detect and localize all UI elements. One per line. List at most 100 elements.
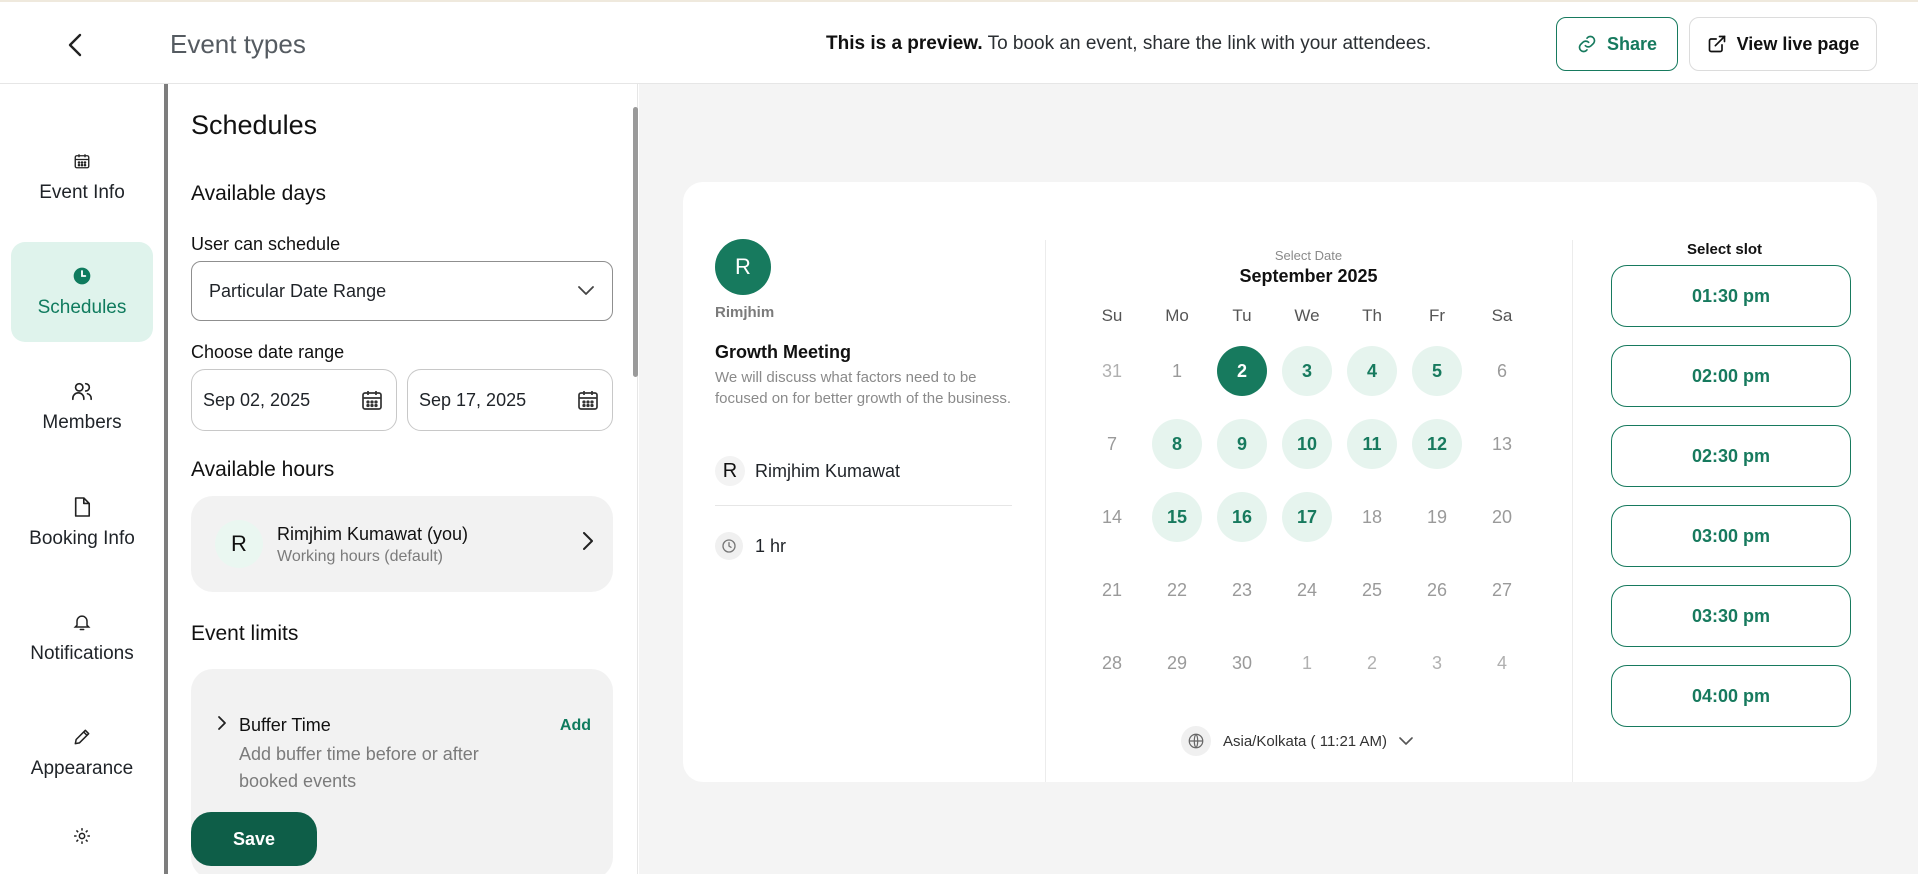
calendar-day: 29 <box>1166 652 1188 673</box>
host-avatar: R <box>715 239 771 295</box>
calendar-day: 1 <box>1171 360 1182 381</box>
weekday-label: Th <box>1362 306 1382 325</box>
event-description: We will discuss what factors need to be … <box>715 369 1012 407</box>
nav-item-notifications[interactable]: Notifications <box>11 588 153 688</box>
organizer: R Rimjhim Kumawat <box>715 454 900 488</box>
file-icon <box>71 496 93 518</box>
weekday-label: Sa <box>1491 306 1513 325</box>
schedule-type-value: Particular Date Range <box>209 280 387 301</box>
calendar-day[interactable]: 8 <box>1152 419 1202 469</box>
calendar-day[interactable]: 15 <box>1152 492 1202 542</box>
available-days-heading: Available days <box>191 182 327 205</box>
time-slot-button[interactable]: 04:00 pm <box>1611 665 1851 727</box>
date-range-label: Choose date range <box>191 342 345 362</box>
nav-item-booking-info[interactable]: Booking Info <box>11 473 153 573</box>
weekday-label: Mo <box>1165 306 1189 325</box>
clock-icon <box>71 265 93 287</box>
save-button[interactable]: Save <box>191 812 317 866</box>
end-date-value: Sep 17, 2025 <box>419 389 527 410</box>
calendar-day[interactable]: 10 <box>1282 419 1332 469</box>
start-date-input[interactable]: Sep 02, 2025 <box>191 369 397 431</box>
calendar-day[interactable]: 16 <box>1217 492 1267 542</box>
time-slot-button[interactable]: 03:00 pm <box>1611 505 1851 567</box>
select-slot-heading: Select slot <box>1686 241 1763 258</box>
back-button[interactable] <box>60 30 90 60</box>
calendar-day: 4 <box>1496 652 1507 673</box>
pencil-icon <box>71 726 93 748</box>
calendar-day[interactable]: 12 <box>1412 419 1462 469</box>
calendar-day[interactable]: 5 <box>1412 346 1462 396</box>
timezone-value: Asia/Kolkata ( 11:21 AM) <box>1223 732 1387 750</box>
calendar-day: 7 <box>1106 433 1117 454</box>
chevron-right-icon[interactable] <box>217 715 227 731</box>
booking-card: R Rimjhim Growth Meeting We will discuss… <box>683 182 1877 782</box>
calendar-day: 31 <box>1101 360 1123 381</box>
view-live-label: View live page <box>1736 33 1860 54</box>
calendar-day: 2 <box>1366 652 1377 673</box>
calendar-day: 23 <box>1231 579 1253 600</box>
time-slot-button[interactable]: 02:00 pm <box>1611 345 1851 407</box>
section-title: Schedules <box>191 110 318 140</box>
event-limits-heading: Event limits <box>191 622 299 645</box>
calendar-day[interactable]: 9 <box>1217 419 1267 469</box>
calendar-day-selected[interactable]: 2 <box>1217 346 1267 396</box>
chevron-left-icon <box>68 33 82 57</box>
calendar-day: 1 <box>1301 652 1312 673</box>
nav-item-members[interactable]: Members <box>11 357 153 457</box>
calendar-day[interactable]: 3 <box>1282 346 1332 396</box>
view-live-page-button[interactable]: View live page <box>1689 17 1877 71</box>
calendar-day: 28 <box>1101 652 1123 673</box>
nav-item-settings[interactable] <box>11 819 153 874</box>
weekday-label: Fr <box>1428 306 1446 325</box>
chevron-right-icon <box>583 532 593 550</box>
nav-item-event-info[interactable]: Event Info <box>11 127 153 227</box>
avatar: R <box>215 520 263 568</box>
schedule-settings-panel: Schedules Available days User can schedu… <box>168 84 638 874</box>
working-hours-card[interactable]: R Rimjhim Kumawat (you) Working hours (d… <box>191 496 613 592</box>
hours-owner-sub: Working hours (default) <box>277 548 443 565</box>
buffer-add-button[interactable]: Add <box>560 717 591 735</box>
calendar-day: 14 <box>1101 506 1123 527</box>
time-slot-button[interactable]: 01:30 pm <box>1611 265 1851 327</box>
schedule-type-select[interactable]: Particular Date Range <box>191 261 613 321</box>
share-button[interactable]: Share <box>1556 17 1678 71</box>
nav-item-appearance[interactable]: Appearance <box>11 703 153 803</box>
avatar: R <box>715 456 745 486</box>
users-icon <box>71 380 93 402</box>
calendar-day: 13 <box>1491 433 1513 454</box>
start-date-value: Sep 02, 2025 <box>203 389 311 410</box>
user-can-schedule-label: User can schedule <box>191 234 341 254</box>
calendar-day: 21 <box>1101 579 1123 600</box>
time-slot-button[interactable]: 02:30 pm <box>1611 425 1851 487</box>
calendar-day[interactable]: 17 <box>1282 492 1332 542</box>
nav-item-schedules[interactable]: Schedules <box>11 242 153 342</box>
nav-label: Members <box>42 412 122 433</box>
external-link-icon <box>1708 35 1725 53</box>
globe-icon <box>1181 726 1211 756</box>
duration-value: 1 hr <box>755 535 787 556</box>
gear-icon <box>71 825 93 847</box>
divider <box>1572 240 1573 782</box>
preview-notice-text: To book an event, share the link with yo… <box>982 33 1432 54</box>
settings-scrollbar[interactable] <box>633 107 638 377</box>
timezone-select[interactable]: Asia/Kolkata ( 11:21 AM) <box>1181 726 1413 756</box>
nav-label: Notifications <box>30 643 134 664</box>
time-slot-button[interactable]: 03:30 pm <box>1611 585 1851 647</box>
end-date-input[interactable]: Sep 17, 2025 <box>407 369 613 431</box>
calendar-day: 18 <box>1361 506 1383 527</box>
calendar-icon <box>362 391 382 410</box>
weekday-label: We <box>1294 306 1320 325</box>
select-date-caption: Select Date <box>1274 248 1343 263</box>
calendar-day[interactable]: 11 <box>1347 419 1397 469</box>
calendar-month: September 2025 <box>1239 266 1378 286</box>
calendar-day: 24 <box>1296 579 1318 600</box>
calendar-day[interactable]: 4 <box>1347 346 1397 396</box>
preview-notice-bold: This is a preview. <box>826 33 983 54</box>
calendar-day: 25 <box>1361 579 1383 600</box>
nav-label: Appearance <box>30 758 134 779</box>
chevron-down-icon <box>1399 736 1413 745</box>
event-title: Growth Meeting <box>715 342 851 362</box>
host-name: Rimjhim <box>715 304 775 321</box>
left-nav: Event Info Schedules Members Booking Inf… <box>0 84 164 874</box>
link-icon <box>1578 35 1596 53</box>
